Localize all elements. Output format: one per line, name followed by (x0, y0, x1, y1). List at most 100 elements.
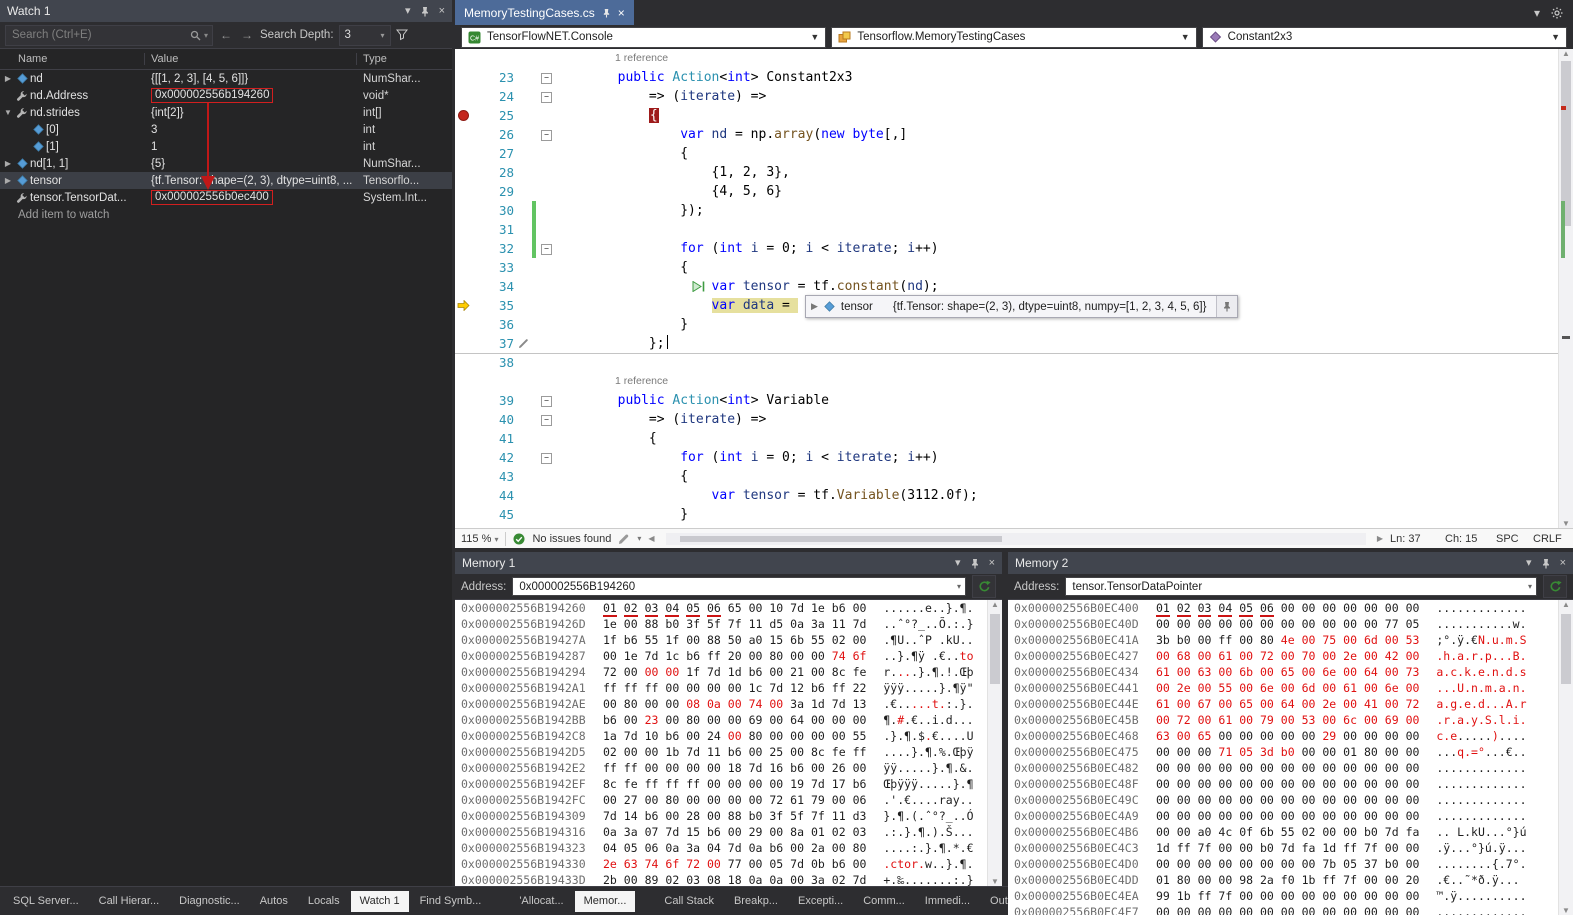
breakpoint-margin[interactable] (455, 106, 473, 125)
project-dropdown[interactable]: C# TensorFlowNET.Console ▼ (461, 27, 826, 48)
code-text[interactable] (555, 220, 1573, 239)
code-text[interactable]: => (iterate) => (555, 410, 1573, 429)
collapse-minus-icon[interactable]: − (541, 453, 552, 464)
search-input[interactable] (10, 28, 187, 42)
column-header-name[interactable]: Name (0, 53, 145, 65)
memory-row[interactable]: 0x000002556B1943302e 63 74 6f 72 00 77 0… (461, 856, 988, 872)
hscroll-left-icon[interactable]: ◀ (648, 534, 654, 543)
memory-row[interactable]: 0x000002556B0EC48200 00 00 00 00 00 00 0… (1014, 760, 1559, 776)
close-icon[interactable]: × (1560, 558, 1566, 569)
glyph-margin[interactable] (455, 315, 473, 334)
code-line[interactable]: 28 {1, 2, 3}, (455, 163, 1573, 182)
code-text[interactable]: }; (555, 334, 1573, 353)
bottom-tab[interactable]: Comm... (854, 891, 914, 912)
code-line[interactable]: 33 { (455, 258, 1573, 277)
code-line[interactable]: 43 { (455, 467, 1573, 486)
code-text[interactable]: { (555, 258, 1573, 277)
health-check-icon[interactable] (513, 533, 525, 545)
watch-row[interactable]: ▼nd.strides{int[2]}int[] (0, 104, 452, 121)
glyph-margin[interactable] (455, 277, 473, 296)
column-header-value[interactable]: Value (145, 53, 357, 65)
memory-row[interactable]: 0x000002556B0EC48F00 00 00 00 00 00 00 0… (1014, 776, 1559, 792)
breakpoint-icon[interactable] (458, 110, 469, 121)
glyph-margin[interactable] (455, 144, 473, 163)
memory-row[interactable]: 0x000002556B0EC4D000 00 00 00 00 00 00 0… (1014, 856, 1559, 872)
collapse-minus-icon[interactable]: − (541, 396, 552, 407)
glyph-margin[interactable] (455, 87, 473, 106)
watch-row[interactable]: ▶nd[1, 1]{5}NumShar... (0, 155, 452, 172)
scrollbar-thumb[interactable] (1561, 614, 1571, 684)
datatip-expander-icon[interactable]: ▶ (811, 301, 818, 312)
code-line[interactable]: 24− => (iterate) => (455, 87, 1573, 106)
watch-row[interactable]: tensor.TensorDat...0x000002556b0ec400Sys… (0, 189, 452, 206)
memory1-titlebar[interactable]: Memory 1 ▾ × (455, 552, 1002, 574)
brush-caret-icon[interactable]: ▾ (637, 534, 641, 543)
chevron-collapsed-icon[interactable]: ▶ (2, 176, 14, 185)
class-dropdown[interactable]: Tensorflow.MemoryTestingCases ▼ (831, 27, 1196, 48)
memory-row[interactable]: 0x000002556B1942BBb6 00 23 00 80 00 00 6… (461, 712, 988, 728)
scroll-up-icon[interactable]: ▲ (1559, 600, 1573, 609)
glyph-margin[interactable] (455, 201, 473, 220)
memory-row[interactable]: 0x000002556B19426001 02 03 04 05 06 65 0… (461, 600, 988, 616)
memory-row[interactable]: 0x000002556B1942EF8c fe ff ff ff 00 00 0… (461, 776, 988, 792)
search-icon[interactable] (190, 30, 201, 41)
datatip-pin-icon[interactable] (1216, 296, 1237, 317)
scroll-down-icon[interactable]: ▼ (1559, 519, 1573, 528)
search-next-button[interactable]: → (239, 28, 255, 42)
memory1-address-box[interactable]: ▾ (512, 577, 966, 596)
memory2-hex-grid[interactable]: 0x000002556B0EC40001 02 03 04 05 06 00 0… (1008, 600, 1559, 915)
memory-row[interactable]: 0x000002556B0EC42700 68 00 61 00 72 00 7… (1014, 648, 1559, 664)
watch-row[interactable]: ▶tensor{tf.Tensor: shape=(2, 3), dtype=u… (0, 172, 452, 189)
collapse-minus-icon[interactable]: − (541, 73, 552, 84)
code-line[interactable]: 32− for (int i = 0; i < iterate; i++) (455, 239, 1573, 258)
code-line[interactable]: 30 }); (455, 201, 1573, 220)
horizontal-scrollbar[interactable] (666, 533, 1366, 545)
code-text[interactable]: { (555, 429, 1573, 448)
code-line[interactable]: 26− var nd = np.array(new byte[,] (455, 125, 1573, 144)
document-tab[interactable]: MemoryTestingCases.cs × (455, 0, 634, 25)
code-line[interactable]: 44 var tensor = tf.Variable(3112.0f); (455, 486, 1573, 505)
memory-row[interactable]: 0x000002556B19426D1e 00 88 b0 3f 5f 7f 1… (461, 616, 988, 632)
code-text[interactable]: var tensor = tf.constant(nd); (555, 277, 1573, 296)
hscroll-right-icon[interactable]: ▶ (1377, 534, 1383, 543)
scroll-up-icon[interactable]: ▲ (1559, 49, 1573, 58)
memory-row[interactable]: 0x000002556B19427A1f b6 55 1f 00 88 50 a… (461, 632, 988, 648)
memory-row[interactable]: 0x000002556B1942A1ff ff ff 00 00 00 00 1… (461, 680, 988, 696)
glyph-margin[interactable] (455, 429, 473, 448)
chevron-expanded-icon[interactable]: ▼ (2, 108, 14, 117)
code-text[interactable]: { (555, 467, 1573, 486)
window-menu-icon[interactable]: ▾ (405, 6, 411, 17)
chevron-down-icon[interactable]: ▾ (957, 582, 961, 591)
column-header-type[interactable]: Type (357, 53, 452, 65)
memory-row[interactable]: 0x000002556B0EC47500 00 00 71 05 3d b0 0… (1014, 744, 1559, 760)
memory-row[interactable]: 0x000002556B0EC4B600 00 a0 4c 0f 6b 55 0… (1014, 824, 1559, 840)
memory-row[interactable]: 0x000002556B19433D2b 00 89 02 03 08 18 0… (461, 872, 988, 886)
window-menu-icon[interactable]: ▾ (1526, 558, 1532, 569)
glyph-margin[interactable] (455, 391, 473, 410)
glyph-margin[interactable] (455, 182, 473, 201)
memory2-titlebar[interactable]: Memory 2 ▾ × (1008, 552, 1573, 574)
memory-row[interactable]: 0x000002556B1943097d 14 b6 00 28 00 88 b… (461, 808, 988, 824)
eol-indicator[interactable]: CRLF (1533, 533, 1567, 545)
code-line[interactable]: 25 { (455, 106, 1573, 125)
code-text[interactable]: var nd = np.array(new byte[,] (555, 125, 1573, 144)
memory-row[interactable]: 0x000002556B19432304 05 06 0a 3a 04 7d 0… (461, 840, 988, 856)
code-text[interactable]: public Action<int> Constant2x3 (555, 68, 1573, 87)
bottom-tab[interactable]: Autos (251, 891, 297, 912)
execution-margin[interactable] (455, 296, 473, 315)
code-line[interactable]: 23− public Action<int> Constant2x3 (455, 68, 1573, 87)
memory-row[interactable]: 0x000002556B0EC43461 00 63 00 6b 00 65 0… (1014, 664, 1559, 680)
code-text[interactable]: {1, 2, 3}, (555, 163, 1573, 182)
refresh-button[interactable] (1543, 575, 1567, 598)
chevron-collapsed-icon[interactable]: ▶ (2, 159, 14, 168)
code-line[interactable]: 31 (455, 220, 1573, 239)
memory-row[interactable]: 0x000002556B1942E2ff ff 00 00 00 00 18 7… (461, 760, 988, 776)
memory-row[interactable]: 0x000002556B0EC45B00 72 00 61 00 79 00 5… (1014, 712, 1559, 728)
close-icon[interactable]: × (439, 6, 445, 17)
memory-row[interactable]: 0x000002556B0EC40001 02 03 04 05 06 00 0… (1014, 600, 1559, 616)
pin-icon[interactable] (970, 558, 980, 569)
glyph-margin[interactable] (455, 258, 473, 277)
line-indicator[interactable]: Ln: 37 (1390, 533, 1438, 545)
memory-row[interactable]: 0x000002556B0EC41A3b b0 00 ff 00 80 4e 0… (1014, 632, 1559, 648)
column-indicator[interactable]: Ch: 15 (1445, 533, 1489, 545)
